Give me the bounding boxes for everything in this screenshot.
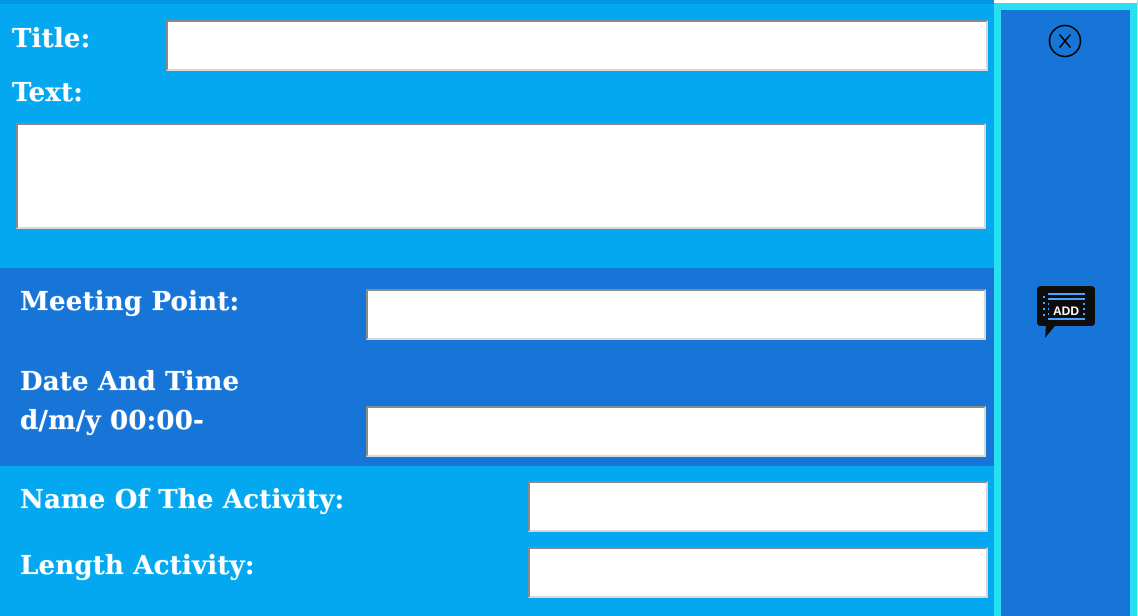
- date-time-input[interactable]: [366, 406, 986, 457]
- close-button[interactable]: [1048, 24, 1082, 58]
- text-label: Text:: [12, 78, 84, 108]
- activity-length-input[interactable]: [528, 547, 988, 598]
- add-button-label: ADD: [1053, 304, 1079, 318]
- add-activity-window: Title: Text: Meeting Point: Date And Tim…: [0, 0, 1138, 616]
- close-circle-x-icon: [1048, 24, 1082, 58]
- title-input[interactable]: [166, 20, 988, 71]
- activity-name-label: Name Of The Activity:: [20, 485, 345, 515]
- top-strip: [0, 0, 994, 4]
- meeting-point-input[interactable]: [366, 289, 986, 340]
- add-button[interactable]: ADD: [1035, 284, 1097, 340]
- activity-length-label: Length Activity:: [20, 551, 255, 581]
- add-comment-icon: ADD: [1037, 286, 1095, 338]
- meeting-point-label: Meeting Point:: [20, 287, 240, 317]
- activity-form: Title: Text: Meeting Point: Date And Tim…: [0, 0, 994, 616]
- title-label: Title:: [12, 24, 91, 54]
- text-input[interactable]: [16, 123, 986, 229]
- activity-name-input[interactable]: [528, 481, 988, 532]
- date-time-label-line1: Date And Time: [20, 367, 240, 397]
- date-time-format-hint: d/m/y 00:00-: [20, 406, 204, 436]
